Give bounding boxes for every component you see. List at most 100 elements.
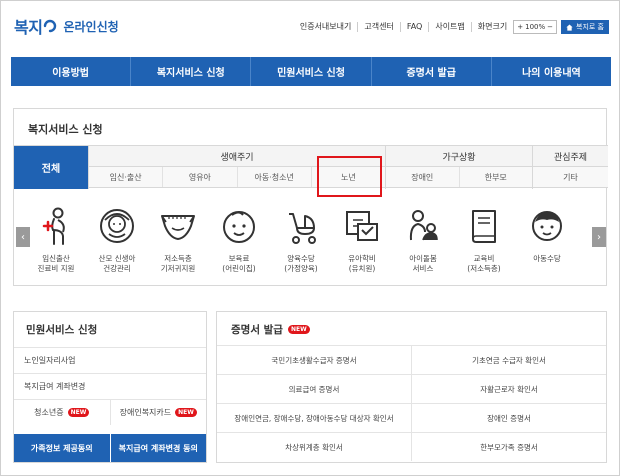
pregnant-woman-icon [42,207,65,245]
diaper-icon [161,215,195,240]
certificate-row: 국민기초생활수급자 증명서 기초연금 수급자 확인서 [217,345,606,374]
zoom-control: + 100% − [513,20,557,34]
tab-disabled[interactable]: 장애인 [386,167,459,187]
civil-link-account-change[interactable]: 복지급여 계좌변경 [14,373,206,399]
tab-group-household: 가구상황 장애인 한부모 [385,146,532,189]
logo-subtitle: 온라인신청 [63,19,119,34]
utility-bar: 인증서내보내기 고객센터 FAQ 사이트맵 화면크기 + 100% − 복지로 … [294,20,609,34]
new-badge: NEW [175,408,197,417]
carousel-next-button[interactable]: › [592,227,606,247]
nav-item-certificate[interactable]: 증명서 발급 [370,57,491,86]
logo-mark: 복지 [14,14,57,38]
cert-link-disability[interactable]: 장애인 증명서 [411,404,606,432]
service-label-1: 양육수당 [287,254,315,263]
civil-pair-row: 청소년증 NEW 장애인복지카드 NEW [14,399,206,425]
book-icon [472,210,496,243]
logo-text: 복지 [14,18,43,37]
certificate-title-text: 증명서 발급 [231,324,283,336]
civil-link-youth-card[interactable]: 청소년증 NEW [14,400,110,425]
service-label-2: (저소득층) [467,264,501,273]
service-label-2: (가정양육) [284,264,318,273]
cert-link-self-support-worker[interactable]: 자활근로자 확인서 [411,375,606,403]
stroller-icon [289,213,316,244]
welfare-service-panel: 복지서비스 신청 전체 생애주기 임신·출산 영유아 아동·청소년 노년 가구상… [13,108,608,286]
service-item[interactable]: 임신출산 진료비 지원 [26,206,86,274]
civil-service-panel: 민원서비스 신청 노인일자리사업 복지급여 계좌변경 청소년증 NEW 장애인복… [13,311,207,463]
util-link-sitemap[interactable]: 사이트맵 [428,22,470,32]
service-item[interactable]: 아이돌봄 서비스 [393,206,453,274]
service-item[interactable]: 교육비 (저소득층) [454,206,514,274]
cert-link-disability-pension[interactable]: 장애인연금, 장애수당, 장애아동수당 대상자 확인서 [217,404,411,432]
util-link-faq[interactable]: FAQ [399,22,429,32]
certificate-panel: 증명서 발급 NEW 국민기초생활수급자 증명서 기초연금 수급자 확인서 의료… [216,311,607,463]
service-label-1: 산모 신생아 [98,254,136,263]
childcare-icon [409,210,438,241]
service-label-2: (어린이집) [222,264,256,273]
new-badge: NEW [287,325,310,334]
service-label-1: 임신출산 [42,254,70,263]
account-change-consent-button[interactable]: 복지급여 계좌변경 동의 [109,434,206,462]
civil-link-disability-card-label: 장애인복지카드 [119,408,172,417]
tab-group-interest-head: 관심주제 [533,146,608,167]
civil-link-senior-jobs[interactable]: 노인일자리사업 [14,347,206,373]
cert-link-basic-pension[interactable]: 기초연금 수급자 확인서 [411,346,606,374]
tab-pregnancy[interactable]: 임신·출산 [89,167,162,187]
zoom-out-button[interactable]: − [547,21,553,33]
certificate-row: 의료급여 증명서 자활근로자 확인서 [217,374,606,403]
service-label-1: 저소득층 [164,254,192,263]
service-item[interactable]: 저소득층 기저귀지원 [148,206,208,274]
newborn-baby-icon [100,209,134,243]
util-link-customer-center[interactable]: 고객센터 [357,22,399,32]
service-item[interactable]: 유아학비 (유치원) [332,206,392,274]
new-badge: NEW [67,408,90,417]
service-label-1: 보육료 [228,254,250,263]
civil-link-disability-card[interactable]: 장애인복지카드 NEW [109,400,207,425]
zoom-value: 100% [525,23,546,31]
category-tabs: 전체 생애주기 임신·출산 영유아 아동·청소년 노년 가구상황 장애인 한부모… [14,145,608,189]
tab-child-youth[interactable]: 아동·청소년 [236,167,311,187]
certificate-row: 차상위계층 확인서 한부모가족 증명서 [217,432,606,461]
service-label-1: 아이돌봄 [409,254,437,263]
cert-link-near-poverty[interactable]: 차상위계층 확인서 [217,433,411,461]
tab-etc[interactable]: 기타 [533,167,608,187]
service-item[interactable]: 아동수당 [517,206,577,264]
highlight-box [317,156,382,197]
tab-infant[interactable]: 영유아 [162,167,236,187]
zoom-label: 화면크기 [470,22,513,32]
cert-link-single-parent-family[interactable]: 한부모가족 증명서 [411,433,606,461]
certificate-grid: 국민기초생활수급자 증명서 기초연금 수급자 확인서 의료급여 증명서 자활근로… [217,345,606,461]
tab-single-parent[interactable]: 한부모 [458,167,533,187]
nav-item-welfare-apply[interactable]: 복지서비스 신청 [130,57,250,86]
cert-link-basic-livelihood[interactable]: 국민기초생활수급자 증명서 [217,346,411,374]
logo-arc-icon [44,19,57,33]
child-face-icon [223,211,255,243]
service-item[interactable]: 산모 신생아 건강관리 [87,206,147,274]
certificate-row: 장애인연금, 장애수당, 장애아동수당 대상자 확인서 장애인 증명서 [217,403,606,432]
nav-item-guide[interactable]: 이용방법 [11,57,130,86]
certificate-panel-title: 증명서 발급 NEW [231,322,310,337]
service-label-2: (유치원) [348,264,376,273]
home-icon [566,23,573,31]
welfare-panel-title: 복지서비스 신청 [28,123,103,136]
child-allowance-icon [532,211,562,241]
civil-panel-title: 민원서비스 신청 [26,324,98,336]
tab-group-household-head: 가구상황 [386,146,532,167]
service-label-1: 아동수당 [533,254,561,263]
service-item[interactable]: 양육수당 (가정양육) [271,206,331,274]
cert-link-medical-benefit[interactable]: 의료급여 증명서 [217,375,411,403]
site-logo[interactable]: 복지 온라인신청 [14,14,119,38]
tab-all[interactable]: 전체 [14,146,88,189]
service-item[interactable]: 보육료 (어린이집) [209,206,269,274]
home-button-label: 복지로 홈 [576,23,604,31]
util-link-cert-export[interactable]: 인증서내보내기 [294,22,358,32]
nav-item-my-history[interactable]: 나의 이용내역 [490,57,611,86]
zoom-in-button[interactable]: + [517,21,523,33]
service-label-2: 기저귀지원 [160,264,196,273]
home-button[interactable]: 복지로 홈 [561,20,609,34]
nav-item-civil-apply[interactable]: 민원서비스 신청 [250,57,370,86]
civil-link-youth-card-label: 청소년증 [34,408,64,417]
main-nav: 이용방법 복지서비스 신청 민원서비스 신청 증명서 발급 나의 이용내역 [11,57,611,86]
family-info-consent-button[interactable]: 가족정보 제공동의 [14,434,110,462]
tab-group-interest: 관심주제 기타 [532,146,608,189]
service-label-1: 유아학비 [348,254,376,263]
